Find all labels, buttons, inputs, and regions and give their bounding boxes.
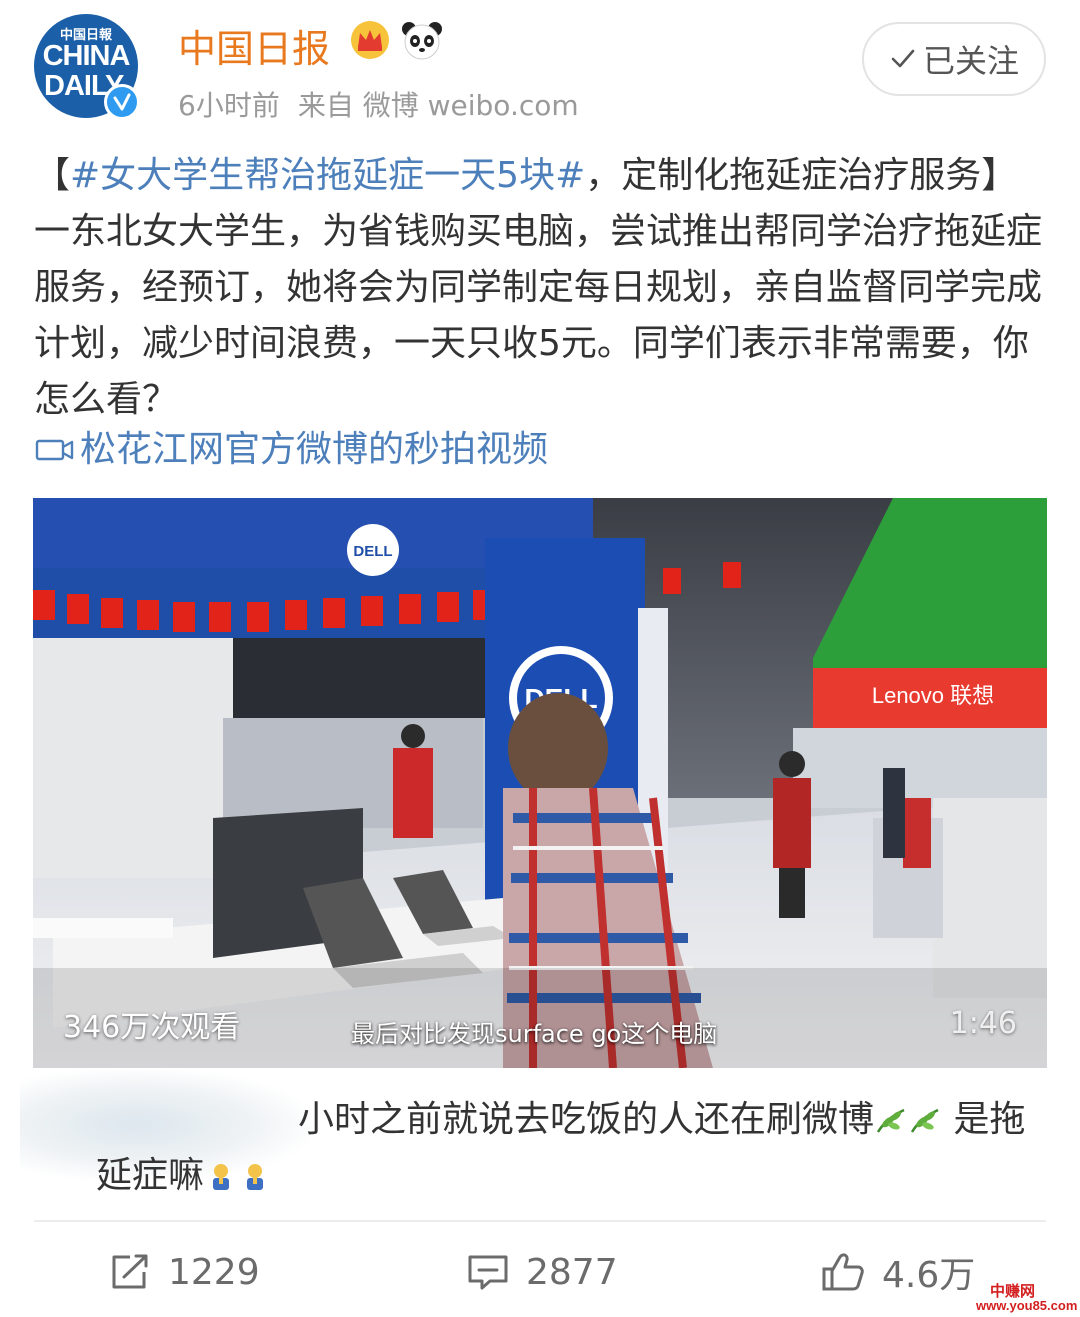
check-icon [891, 49, 915, 68]
video-subtitle: 最后对比发现surface go这个电脑 [351, 1020, 718, 1048]
comment-icon [468, 1255, 508, 1290]
comment-text: 小时之前就说去吃饭的人还在刷微博 是拖延症嘛 [96, 1092, 1046, 1204]
prayer-icon [213, 1164, 230, 1190]
video-player[interactable]: DELL DELL Lenovo 联想 [33, 498, 1047, 1068]
comment-count: 2877 [526, 1251, 618, 1293]
divider [34, 1220, 1046, 1222]
comment-body: 小时之前就说去吃饭的人还在刷微博 [298, 1099, 875, 1140]
prayer-icon [247, 1164, 264, 1190]
crown-icon [351, 21, 389, 59]
watermark-line2: www.you85.com [976, 1298, 1078, 1313]
video-frame: DELL DELL Lenovo 联想 [33, 498, 1047, 1068]
leaf-icon [910, 1108, 939, 1133]
bracket-open: 【 [34, 155, 71, 196]
follow-label: 已关注 [922, 42, 1019, 80]
leaf-icon [876, 1108, 905, 1133]
thumbs-up-icon [822, 1253, 864, 1291]
view-count: 346万次观看 [63, 1010, 241, 1045]
avatar-logo-line1: CHINA [42, 40, 131, 72]
video-duration: 1:46 [949, 1006, 1017, 1041]
post-text: 【#女大学生帮治拖延症一天5块#，定制化拖延症治疗服务】一东北女大学生，为省钱购… [34, 148, 1044, 428]
watermark: 中赚网 www.you85.com [974, 1280, 1078, 1314]
post-header: 中国日報 CHINA DAILY 中国日报 6小时前 来自 微博 weibo.co… [0, 0, 1080, 140]
verified-icon [104, 84, 140, 120]
like-button[interactable]: 4.6万 [820, 1242, 975, 1302]
video-camera-icon [35, 439, 74, 461]
post-time: 6小时前 [178, 89, 280, 122]
repost-count: 1229 [168, 1251, 260, 1293]
comment-button[interactable]: 2877 [466, 1242, 618, 1302]
panda-icon [402, 22, 442, 60]
follow-button[interactable]: 已关注 [862, 22, 1046, 96]
post-meta: 6小时前 来自 微博 weibo.com [178, 84, 597, 124]
video-link[interactable]: 松花江网官方微博的秒拍视频 [34, 422, 548, 478]
svg-text:Lenovo 联想: Lenovo 联想 [872, 683, 994, 708]
repost-icon [112, 1254, 148, 1289]
hashtag-link[interactable]: #女大学生帮治拖延症一天5块# [70, 155, 585, 196]
user-name[interactable]: 中国日报 [178, 18, 330, 73]
repost-button[interactable]: 1229 [108, 1242, 260, 1302]
svg-text:DELL: DELL [353, 543, 392, 560]
like-count: 4.6万 [882, 1255, 976, 1296]
post-source: 来自 微博 weibo.com [297, 89, 579, 122]
video-link-label: 松花江网官方微博的秒拍视频 [80, 429, 549, 470]
